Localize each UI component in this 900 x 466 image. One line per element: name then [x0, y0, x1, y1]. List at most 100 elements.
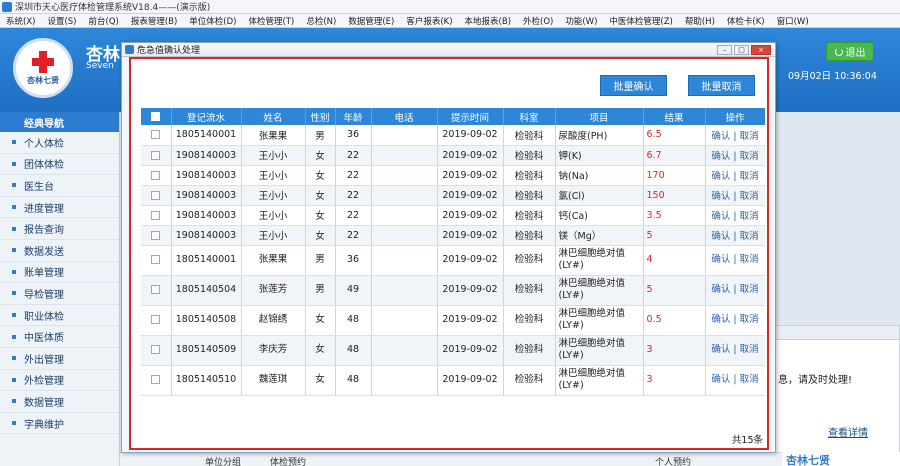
menu-item[interactable]: 功能(W): [559, 15, 603, 27]
cell-registration-id: 1908140003: [171, 225, 242, 246]
cancel-link[interactable]: 取消: [740, 314, 759, 325]
exit-button[interactable]: 退出: [826, 42, 874, 61]
row-select-cell[interactable]: [141, 125, 172, 146]
row-select-cell[interactable]: [141, 185, 172, 206]
sidebar-head[interactable]: 经典导航: [0, 112, 119, 132]
row-checkbox[interactable]: [151, 230, 161, 240]
table-row[interactable]: 1908140003 王小小女 22 2019-09-02 检验科 氯(Cl) 150 确认 …: [141, 185, 765, 206]
menu-item[interactable]: 总检(N): [300, 15, 342, 27]
sidebar-item[interactable]: 进度管理: [0, 197, 119, 219]
cancel-link[interactable]: 取消: [740, 131, 759, 142]
row-select-cell[interactable]: [141, 305, 172, 336]
row-checkbox[interactable]: [151, 315, 161, 324]
menu-item[interactable]: 客户报表(K): [400, 15, 458, 27]
cell-department: 检验科: [503, 165, 556, 186]
row-select-cell[interactable]: [141, 225, 172, 246]
view-details-link[interactable]: 查看详情: [828, 424, 868, 439]
confirm-link[interactable]: 确认: [711, 374, 730, 385]
row-checkbox[interactable]: [151, 190, 161, 200]
sidebar-item[interactable]: 导检管理: [0, 283, 119, 305]
table-row[interactable]: 1908140003 王小小女 22 2019-09-02 检验科 钙(Ca) 3.5 确认 …: [141, 205, 765, 226]
confirm-link[interactable]: 确认: [711, 254, 730, 265]
table-row[interactable]: 1805140001 张果果男 36 2019-09-02 检验科 淋巴细胞绝对值(LY#…: [141, 245, 765, 276]
row-checkbox[interactable]: [151, 210, 161, 220]
confirm-link[interactable]: 确认: [711, 151, 730, 162]
menu-item[interactable]: 数据管理(E): [342, 15, 400, 27]
bottom-text-2[interactable]: 体检预约: [270, 455, 306, 466]
table-row[interactable]: 1805140508 赵锦绣女 48 2019-09-02 检验科 淋巴细胞绝对值(LY#…: [141, 305, 765, 336]
sidebar-item[interactable]: 数据管理: [0, 391, 119, 413]
row-select-cell[interactable]: [141, 205, 172, 226]
menu-item[interactable]: 外检(O): [517, 15, 559, 27]
row-checkbox[interactable]: [151, 285, 161, 294]
menu-item[interactable]: 设置(S): [41, 15, 82, 27]
minimize-icon[interactable]: –: [717, 45, 732, 55]
menu-item[interactable]: 窗口(W): [771, 15, 815, 27]
row-select-cell[interactable]: [141, 145, 172, 166]
sidebar-item[interactable]: 字典维护: [0, 413, 119, 435]
sidebar-item[interactable]: 数据发送: [0, 240, 119, 262]
row-checkbox[interactable]: [151, 255, 161, 264]
bottom-text-1[interactable]: 单位分组: [205, 455, 241, 466]
menu-item[interactable]: 本地报表(B): [459, 15, 517, 27]
row-select-cell[interactable]: [141, 335, 172, 366]
sidebar-item[interactable]: 职业体检: [0, 305, 119, 327]
row-select-cell[interactable]: [141, 165, 172, 186]
menu-item[interactable]: 前台(Q): [83, 15, 125, 27]
row-checkbox[interactable]: [151, 130, 161, 140]
menu-item[interactable]: 系统(X): [0, 15, 41, 27]
row-checkbox[interactable]: [151, 150, 161, 160]
confirm-link[interactable]: 确认: [711, 171, 730, 182]
table-row[interactable]: 1805140510 魏莲琪女 48 2019-09-02 检验科 淋巴细胞绝对值(LY#…: [141, 365, 765, 396]
cancel-link[interactable]: 取消: [740, 191, 759, 202]
sidebar-item[interactable]: 外检管理: [0, 370, 119, 392]
row-select-cell[interactable]: [141, 275, 172, 306]
menu-item[interactable]: 体检卡(K): [721, 15, 771, 27]
row-checkbox[interactable]: [151, 345, 161, 354]
cancel-link[interactable]: 取消: [740, 284, 759, 295]
batch-cancel-button[interactable]: 批量取消: [688, 75, 755, 96]
cancel-link[interactable]: 取消: [740, 374, 759, 385]
cancel-link[interactable]: 取消: [740, 151, 759, 162]
sidebar-item[interactable]: 外出管理: [0, 348, 119, 370]
cancel-link[interactable]: 取消: [740, 231, 759, 242]
table-row[interactable]: 1908140003 王小小女 22 2019-09-02 检验科 钾(K) 6.7 确认 |…: [141, 145, 765, 166]
table-row[interactable]: 1805140509 李庆芳女 48 2019-09-02 检验科 淋巴细胞绝对值(LY#…: [141, 335, 765, 366]
confirm-link[interactable]: 确认: [711, 314, 730, 325]
select-all-checkbox[interactable]: [151, 112, 161, 121]
confirm-link[interactable]: 确认: [711, 211, 730, 222]
close-icon[interactable]: ×: [751, 45, 771, 55]
cancel-link[interactable]: 取消: [740, 344, 759, 355]
confirm-link[interactable]: 确认: [711, 191, 730, 202]
cancel-link[interactable]: 取消: [740, 171, 759, 182]
sidebar-item[interactable]: 中医体质: [0, 326, 119, 348]
confirm-link[interactable]: 确认: [711, 131, 730, 142]
maximize-icon[interactable]: □: [734, 45, 749, 55]
row-checkbox[interactable]: [151, 170, 161, 180]
bottom-text-3[interactable]: 个人预约: [655, 455, 691, 466]
confirm-link[interactable]: 确认: [711, 231, 730, 242]
sidebar-item[interactable]: 团体体检: [0, 154, 119, 176]
confirm-link[interactable]: 确认: [711, 344, 730, 355]
confirm-link[interactable]: 确认: [711, 284, 730, 295]
select-all-header[interactable]: [141, 108, 172, 125]
table-row[interactable]: 1908140003 王小小女 22 2019-09-02 检验科 镁（Mg） 5 确认 | …: [141, 225, 765, 246]
menu-item[interactable]: 体检管理(T): [242, 15, 300, 27]
row-checkbox[interactable]: [151, 375, 161, 384]
batch-confirm-button[interactable]: 批量确认: [600, 75, 667, 96]
table-row[interactable]: 1805140504 张莲芳男 49 2019-09-02 检验科 淋巴细胞绝对值(LY#…: [141, 275, 765, 306]
row-select-cell[interactable]: [141, 245, 172, 276]
cancel-link[interactable]: 取消: [740, 211, 759, 222]
menu-item[interactable]: 中医体检管理(Z): [603, 15, 678, 27]
table-row[interactable]: 1805140001 张果果男 36 2019-09-02 检验科 尿酸度(PH) 6.5 确…: [141, 125, 765, 146]
sidebar-item[interactable]: 账单管理: [0, 262, 119, 284]
cancel-link[interactable]: 取消: [740, 254, 759, 265]
menu-item[interactable]: 单位体检(D): [183, 15, 242, 27]
table-row[interactable]: 1908140003 王小小女 22 2019-09-02 检验科 钠(Na) 170 确认 …: [141, 165, 765, 186]
row-select-cell[interactable]: [141, 365, 172, 396]
sidebar-item[interactable]: 报告查询: [0, 218, 119, 240]
sidebar-item[interactable]: 个人体检: [0, 132, 119, 154]
menu-item[interactable]: 报表管理(B): [125, 15, 183, 27]
sidebar-item[interactable]: 医生台: [0, 175, 119, 197]
menu-item[interactable]: 帮助(H): [679, 15, 721, 27]
